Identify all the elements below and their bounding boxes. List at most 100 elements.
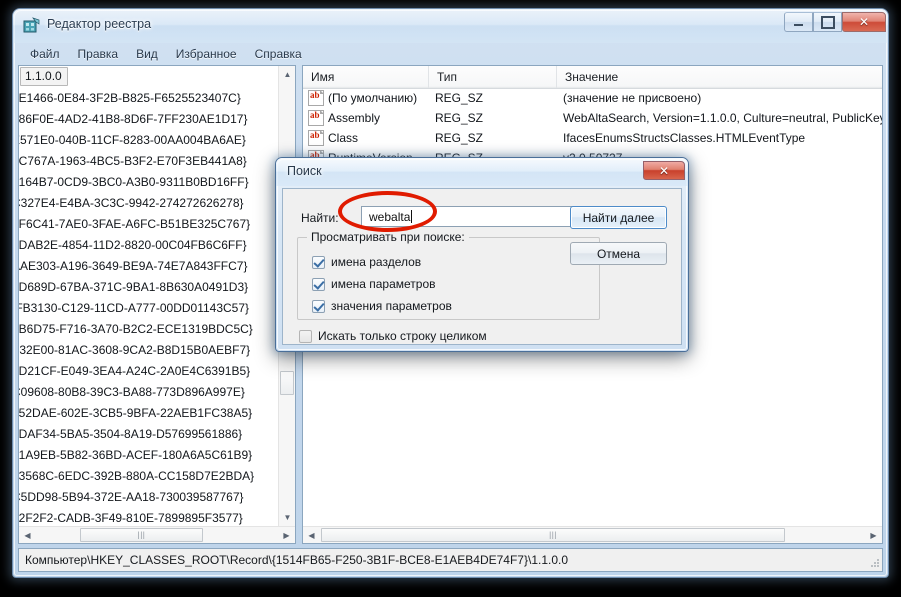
search-dialog: Поиск ✕ Найти: webalta Просматривать при… [275,157,689,352]
tree-item[interactable]: 5E1466-0E84-3F2B-B825-F6525523407C} [19,87,278,108]
column-header-type[interactable]: Тип [429,66,557,88]
tree-item[interactable]: E571E0-040B-11CF-8283-00AA004BA6AE} [19,129,278,150]
menu-item-favorites[interactable]: Избранное [167,45,246,63]
checkbox-value-data[interactable]: значения параметров [312,299,452,313]
tree-item-label: .FB3130-C129-11CD-A777-00DD01143C57} [19,300,250,315]
tree-item[interactable]: 8D689D-67BA-371C-9BA1-8B630A0491D3} [19,276,278,297]
tree-item[interactable]: C327E4-E4BA-3C3C-9942-274272626278} [19,192,278,213]
string-value-icon [308,90,324,106]
tree-item[interactable]: 73568C-6EDC-392B-880A-CC158D7E2BDA} [19,465,278,486]
menu-item-help[interactable]: Справка [246,45,311,63]
tree-item-label: 6B6D75-F716-3A70-B2C2-ECE1319BDC5C} [19,321,253,336]
title-bar[interactable]: Редактор реестра ✕ [13,9,888,43]
tree-item[interactable]: .FB3130-C129-11CD-A777-00DD01143C57} [19,297,278,318]
scroll-right-button[interactable]: ▶ [278,527,295,543]
tree-item-label: C09608-80B8-39C3-BA88-773D896A997E} [19,384,245,399]
value-data: IfacesEnumsStructsClasses.HTMLEventType [563,131,806,145]
registry-tree[interactable]: 1.1.0.0 5E1466-0E84-3F2B-B825-F652552340… [19,66,278,526]
checkbox-value-names[interactable]: имена параметров [312,277,436,291]
checkbox-whole-string-only[interactable]: Искать только строку целиком [299,329,487,343]
registry-editor-icon [23,17,40,33]
maximize-button[interactable] [813,12,842,32]
table-row[interactable]: Class REG_SZ IfacesEnumsStructsClasses.H… [303,128,882,148]
menu-bar: Файл Правка Вид Избранное Справка [17,43,884,64]
column-header-value[interactable]: Значение [557,66,882,88]
tree-item[interactable]: 6B6D75-F716-3A70-B2C2-ECE1319BDC5C} [19,318,278,339]
table-row[interactable]: (По умолчанию) REG_SZ (значение не присв… [303,88,882,108]
tree-item[interactable]: 1F6C41-7AE0-3FAE-A6FC-B51BE325C767} [19,213,278,234]
tree-item-label: 6DAF34-5BA5-3504-8A19-D57699561886} [19,426,243,441]
dialog-close-button[interactable]: ✕ [643,161,685,180]
tree-item-label: 1.1.0.0 [20,67,68,86]
scroll-grip-icon: ||| [137,530,146,540]
tree-item-label: 552DAE-602E-3CB5-9BFA-22AEB1FC38A5} [19,405,253,420]
search-input-value: webalta [369,209,411,224]
status-bar: Компьютер\HKEY_CLASSES_ROOT\Record\{1514… [18,548,883,572]
tree-item-label: 12F2F2-CADB-3F49-810E-7899895F3577} [19,510,243,525]
checkbox-label: Искать только строку целиком [318,329,487,343]
tree-hscroll-thumb[interactable]: ||| [80,528,203,542]
tree-item-label: 5DAB2E-4854-11D2-8820-00C04FB6C6FF} [19,237,247,252]
scroll-left-button[interactable]: ◀ [303,527,320,543]
string-value-icon [308,110,324,126]
tree-item[interactable]: 3C767A-1963-4BC5-B3F2-E70F3EB441A8} [19,150,278,171]
dialog-title-bar[interactable]: Поиск ✕ [276,158,688,186]
minimize-button[interactable] [784,12,813,32]
value-type: REG_SZ [435,91,484,105]
scroll-up-button[interactable]: ▲ [279,66,295,83]
checkbox-icon [312,277,325,291]
menu-item-edit[interactable]: Правка [69,45,128,63]
tree-item[interactable]: 9D21CF-E049-3EA4-A24C-2A0E4C6391B5} [19,360,278,381]
find-label: Найти: [301,211,339,225]
list-horizontal-scrollbar[interactable]: ◀ ||| ▶ [303,526,882,543]
tree-item-label: 73568C-6EDC-392B-880A-CC158D7E2BDA} [19,468,255,483]
find-next-button[interactable]: Найти далее [570,206,667,229]
close-button[interactable]: ✕ [842,12,886,32]
list-hscroll-thumb[interactable]: ||| [321,528,785,542]
search-input[interactable]: webalta [361,206,598,227]
resize-grip-icon[interactable] [868,557,880,569]
window-title: Редактор реестра [47,17,152,31]
list-header: Имя Тип Значение [303,66,882,89]
table-row[interactable]: Assembly REG_SZ WebAltaSearch, Version=1… [303,108,882,128]
menu-item-file[interactable]: Файл [21,45,69,63]
tree-item[interactable]: 386F0E-4AD2-41B8-8D6F-7FF230AE1D17} [19,108,278,129]
dialog-body: Найти: webalta Просматривать при поиске:… [282,188,682,345]
tree-item[interactable]: 552DAE-602E-3CB5-9BFA-22AEB1FC38A5} [19,402,278,423]
text-caret [411,210,413,223]
cancel-label: Отмена [596,246,641,261]
close-icon: ✕ [658,163,670,178]
value-type: REG_SZ [435,111,484,125]
menu-item-view[interactable]: Вид [127,45,167,63]
minimize-icon [785,13,812,31]
tree-item-selected[interactable]: 1.1.0.0 [20,66,278,87]
close-icon: ✕ [858,15,870,29]
tree-item[interactable]: AAE303-A196-3649-BE9A-74E7A843FFC7} [19,255,278,276]
tree-item[interactable]: 3164B7-0CD9-3BC0-A3B0-9311B0BD16FF} [19,171,278,192]
status-path: Компьютер\HKEY_CLASSES_ROOT\Record\{1514… [25,553,569,567]
tree-item[interactable]: C5DD98-5B94-372E-AA18-730039587767} [19,486,278,507]
maximize-icon [814,13,841,31]
scroll-left-button[interactable]: ◀ [19,527,36,543]
tree-item-label: 5E1466-0E84-3F2B-B825-F6525523407C} [19,90,241,105]
scroll-right-button[interactable]: ▶ [865,527,882,543]
cancel-button[interactable]: Отмена [570,242,667,265]
tree-item[interactable]: 6DAF34-5BA5-3504-8A19-D57699561886} [19,423,278,444]
checkbox-key-names[interactable]: имена разделов [312,255,421,269]
tree-item[interactable]: C09608-80B8-39C3-BA88-773D896A997E} [19,381,278,402]
search-scope-group: Просматривать при поиске: имена разделов… [297,230,600,320]
tree-item-label: F32E00-81AC-3608-9CA2-B8D15B0AEBF7} [19,342,251,357]
tree-item-label: E571E0-040B-11CF-8283-00AA004BA6AE} [19,132,246,147]
tree-horizontal-scrollbar[interactable]: ◀ ||| ▶ [19,526,295,543]
column-header-name[interactable]: Имя [303,66,429,88]
value-data: (значение не присвоено) [563,91,702,105]
tree-item-label: 8D689D-67BA-371C-9BA1-8B630A0491D3} [19,279,249,294]
tree-item[interactable]: 12F2F2-CADB-3F49-810E-7899895F3577} [19,507,278,526]
tree-item-label: 9D21CF-E049-3EA4-A24C-2A0E4C6391B5} [19,363,251,378]
tree-item[interactable]: 5DAB2E-4854-11D2-8820-00C04FB6C6FF} [19,234,278,255]
tree-scroll-thumb[interactable] [280,371,294,395]
tree-item[interactable]: 21A9EB-5B82-36BD-ACEF-180A6A5C61B9} [19,444,278,465]
registry-tree-pane[interactable]: 1.1.0.0 5E1466-0E84-3F2B-B825-F652552340… [18,65,296,544]
scroll-down-button[interactable]: ▼ [279,509,295,526]
tree-item[interactable]: F32E00-81AC-3608-9CA2-B8D15B0AEBF7} [19,339,278,360]
